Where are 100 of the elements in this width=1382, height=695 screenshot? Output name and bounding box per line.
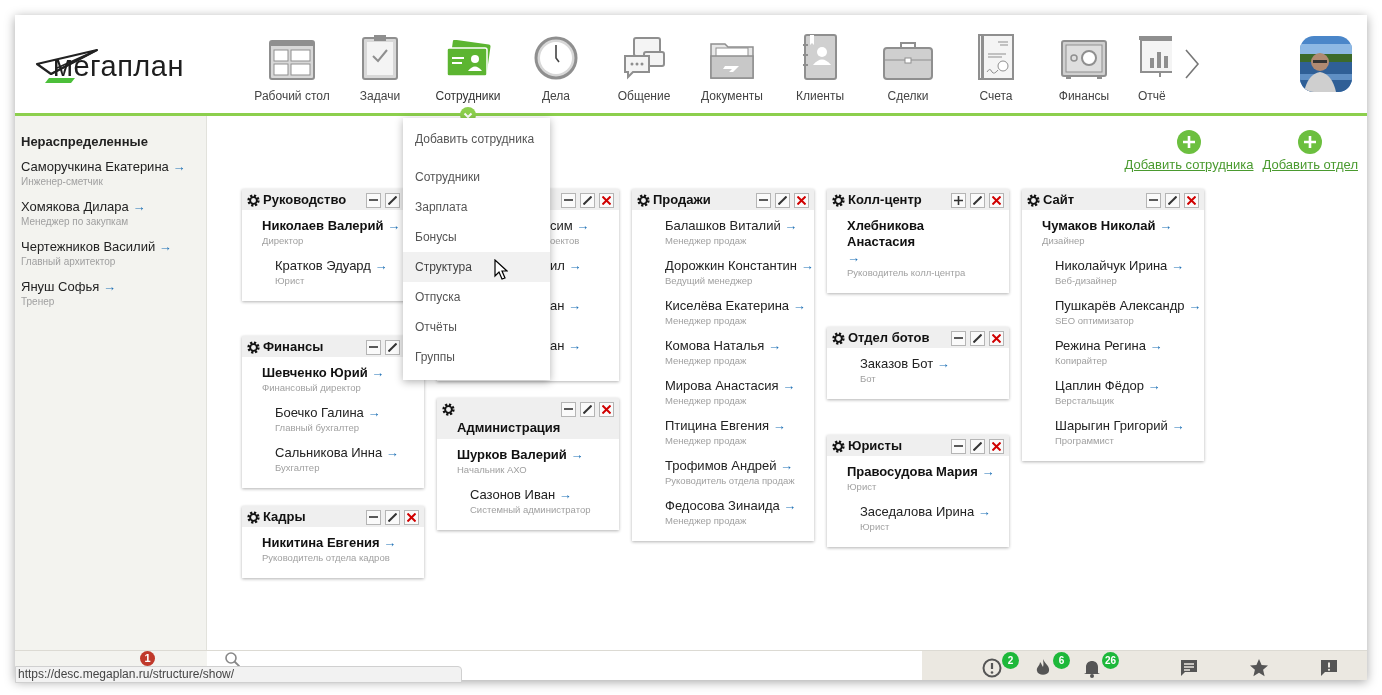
menu-item[interactable]: Сотрудники [403, 162, 550, 192]
arrow-link[interactable]: → [784, 218, 798, 233]
nav-tab[interactable]: Финансы [1040, 32, 1128, 103]
employee-name[interactable]: Шевченко Юрий [262, 365, 368, 381]
arrow-link[interactable]: → [772, 418, 786, 433]
department-title[interactable]: Администрация [442, 417, 614, 437]
arrow-link[interactable]: → [568, 338, 582, 353]
employee-name[interactable]: Чертежников Василий [21, 239, 156, 254]
arrow-link[interactable]: → [1159, 218, 1173, 233]
employee-name[interactable]: Дорожкин Константин [665, 258, 798, 274]
employee-name[interactable]: ил [550, 258, 565, 274]
arrow-link[interactable]: → [570, 447, 584, 462]
arrow-link[interactable]: → [558, 487, 572, 502]
employee-name[interactable]: Режина Регина [1055, 338, 1146, 354]
arrow-link[interactable]: → [1149, 338, 1163, 353]
arrow-link[interactable]: → [568, 258, 582, 273]
employee-name[interactable]: Боечко Галина [275, 405, 364, 421]
arrow-link[interactable]: → [981, 464, 995, 479]
nav-tab[interactable]: Общение [600, 32, 688, 103]
employee-name[interactable]: Заказов Бот [860, 356, 934, 372]
nav-tab[interactable]: Документы [688, 32, 776, 103]
employee-name[interactable]: Сазонов Иван [470, 487, 556, 503]
menu-item[interactable]: Отчёты [403, 312, 550, 342]
employee-name[interactable]: Саморучкина Екатерина [21, 159, 169, 174]
add-link[interactable]: Добавить отдел [1262, 157, 1358, 173]
menu-item[interactable]: Бонусы [403, 222, 550, 252]
add-link[interactable]: Добавить сотрудника [1124, 157, 1254, 173]
employee-name[interactable]: Киселёва Екатерина [665, 298, 790, 314]
arrow-link[interactable]: → [936, 356, 950, 371]
arrow-link[interactable]: → [1171, 418, 1185, 433]
employee-name[interactable]: Балашков Виталий [665, 218, 781, 234]
nav-tab[interactable]: Задачи [336, 32, 424, 103]
nav-tab[interactable]: Сделки [864, 32, 952, 103]
employee-name[interactable]: ан [550, 298, 565, 314]
department-title[interactable]: Юристы [848, 438, 903, 454]
employee-name[interactable]: Шурков Валерий [457, 447, 567, 463]
employee-name[interactable]: Трофимов Андрей [665, 458, 777, 474]
employee-name[interactable]: Шарыгин Григорий [1055, 418, 1168, 434]
nav-tab[interactable]: Сотрудники [424, 32, 512, 103]
employee-name[interactable]: Птицина Евгения [665, 418, 770, 434]
arrow-link[interactable]: → [767, 338, 781, 353]
menu-item[interactable]: Добавить сотрудника [403, 124, 550, 154]
arrow-link[interactable]: → [847, 250, 860, 265]
department-title[interactable]: Сайт [1043, 192, 1075, 208]
employee-name[interactable]: Чумаков Николай [1042, 218, 1156, 234]
department-title[interactable]: Руководство [263, 192, 347, 208]
nav-tab[interactable]: Клиенты [776, 32, 864, 103]
arrow-link[interactable]: → [792, 298, 806, 313]
employee-role: Начальник АХО [457, 463, 528, 476]
arrow-link[interactable]: → [977, 504, 991, 519]
employee-name[interactable]: Комова Наталья [665, 338, 765, 354]
employee-name[interactable]: Федосова Зинаида [665, 498, 780, 514]
arrow-link[interactable]: → [783, 498, 797, 513]
arrow-link[interactable]: → [385, 445, 399, 460]
employee-name[interactable]: Януш Софья [21, 279, 100, 294]
employee-name[interactable]: Хомякова Дилара [21, 199, 129, 214]
arrow-link[interactable]: → [102, 279, 116, 294]
employee-name[interactable]: Хлебникова Анастасия [847, 218, 979, 250]
employee-name[interactable]: ан [550, 338, 565, 354]
arrow-link[interactable]: → [780, 458, 794, 473]
employee-name[interactable]: Никитина Евгения [262, 535, 380, 551]
nav-tab[interactable]: Дела [512, 32, 600, 103]
employee-name[interactable]: Николаев Валерий [262, 218, 384, 234]
employee-name[interactable]: сим [550, 218, 573, 234]
arrow-link[interactable]: → [782, 378, 796, 393]
nav-tab[interactable]: Отчё [1128, 32, 1172, 103]
nav-tab[interactable]: Счета [952, 32, 1040, 103]
arrow-link[interactable]: → [576, 218, 590, 233]
arrow-link[interactable]: → [371, 365, 385, 380]
count-badge: 26 [1101, 651, 1119, 669]
arrow-link[interactable]: → [158, 239, 172, 254]
department-title[interactable]: Отдел ботов [848, 330, 930, 346]
nav-tab[interactable]: Рабочий стол [248, 32, 336, 103]
arrow-link[interactable]: → [383, 535, 397, 550]
arrow-link[interactable]: → [374, 258, 388, 273]
employee-name[interactable]: Мирова Анастасия [665, 378, 779, 394]
arrow-link[interactable]: → [568, 298, 582, 313]
arrow-link[interactable]: → [1188, 298, 1202, 313]
employee-name[interactable]: Николайчук Ирина [1055, 258, 1168, 274]
menu-item[interactable]: Отпуска [403, 282, 550, 312]
arrow-link[interactable]: → [1147, 378, 1161, 393]
department-title[interactable]: Продажи [653, 192, 711, 208]
department-title[interactable]: Кадры [263, 509, 306, 525]
employee-name[interactable]: Сальникова Инна [275, 445, 383, 461]
employee-name[interactable]: Заседалова Ирина [860, 504, 975, 520]
arrow-link[interactable]: → [800, 258, 814, 273]
employee-name[interactable]: Пушкарёв Александр [1055, 298, 1185, 314]
menu-item[interactable]: Структура [403, 252, 550, 282]
employee-name[interactable]: Правосудова Мария [847, 464, 978, 480]
arrow-link[interactable]: → [1170, 258, 1184, 273]
arrow-link[interactable]: → [172, 159, 186, 174]
arrow-link[interactable]: → [132, 199, 146, 214]
arrow-link[interactable]: → [387, 218, 401, 233]
employee-name[interactable]: Цаплин Фёдор [1055, 378, 1144, 394]
employee-name[interactable]: Кратков Эдуард [275, 258, 371, 274]
department-title[interactable]: Финансы [263, 339, 324, 355]
menu-item[interactable]: Зарплата [403, 192, 550, 222]
arrow-link[interactable]: → [367, 405, 381, 420]
department-title[interactable]: Колл-центр [848, 192, 922, 208]
menu-item[interactable]: Группы [403, 342, 550, 372]
